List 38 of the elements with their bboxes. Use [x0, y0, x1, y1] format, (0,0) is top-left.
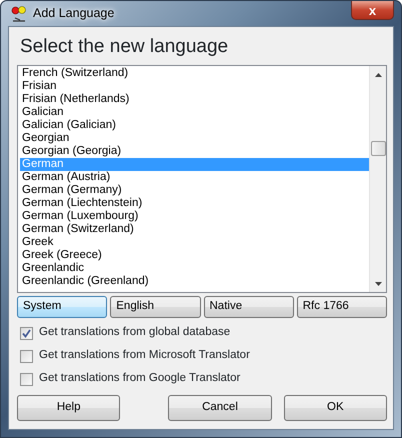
checkbox-label[interactable]: Get translations from Microsoft Translator	[39, 347, 250, 365]
list-item[interactable]: Greenlandic	[20, 262, 369, 275]
scroll-down-icon[interactable]	[374, 282, 382, 286]
dialog-button[interactable]: OK	[284, 395, 387, 421]
list-item[interactable]: Georgian	[20, 132, 369, 145]
dialog-heading: Select the new language	[20, 35, 230, 58]
list-item[interactable]: French (Switzerland)	[20, 67, 369, 80]
list-item[interactable]: Greek	[20, 236, 369, 249]
list-item[interactable]: German (Germany)	[20, 184, 369, 197]
list-item[interactable]: Greenlandic (Greenland)	[20, 275, 369, 288]
list-item[interactable]: German (Luxembourg)	[20, 210, 369, 223]
checkbox[interactable]	[20, 372, 33, 386]
list-item[interactable]: Frisian (Netherlands)	[20, 93, 369, 106]
dialog-button[interactable]: Help	[17, 395, 120, 421]
close-button[interactable]: x	[351, 1, 394, 20]
dialog-button[interactable]: Cancel	[168, 395, 272, 421]
scrollbar[interactable]	[369, 66, 386, 292]
list-item[interactable]: Frisian	[20, 80, 369, 93]
name-mode-button[interactable]: Rfc 1766	[296, 296, 387, 318]
list-item[interactable]: Greek (Greece)	[20, 249, 369, 262]
name-mode-button[interactable]: Native	[204, 296, 294, 318]
checkbox[interactable]	[20, 350, 33, 362]
checkbox-label[interactable]: Get translations from global database	[39, 324, 230, 342]
scroll-thumb[interactable]	[370, 141, 386, 156]
name-mode-button[interactable]: System	[17, 296, 108, 318]
language-list[interactable]	[17, 65, 387, 293]
checkbox-label[interactable]: Get translations from Google Translator	[39, 370, 240, 388]
list-item[interactable]: German (Switzerland)	[20, 223, 369, 236]
scroll-up-icon[interactable]	[374, 72, 382, 76]
list-item[interactable]: Galician	[20, 106, 369, 119]
checkbox[interactable]	[20, 326, 33, 340]
name-mode-button[interactable]: English	[110, 296, 200, 318]
app-icon	[11, 6, 27, 22]
list-item[interactable]: German (Austria)	[20, 171, 369, 184]
list-item[interactable]: Galician (Galician)	[20, 119, 369, 132]
list-item[interactable]: German (Liechtenstein)	[20, 197, 369, 210]
window-title: Add Language	[33, 5, 114, 22]
list-item[interactable]: Georgian (Georgia)	[20, 145, 369, 158]
